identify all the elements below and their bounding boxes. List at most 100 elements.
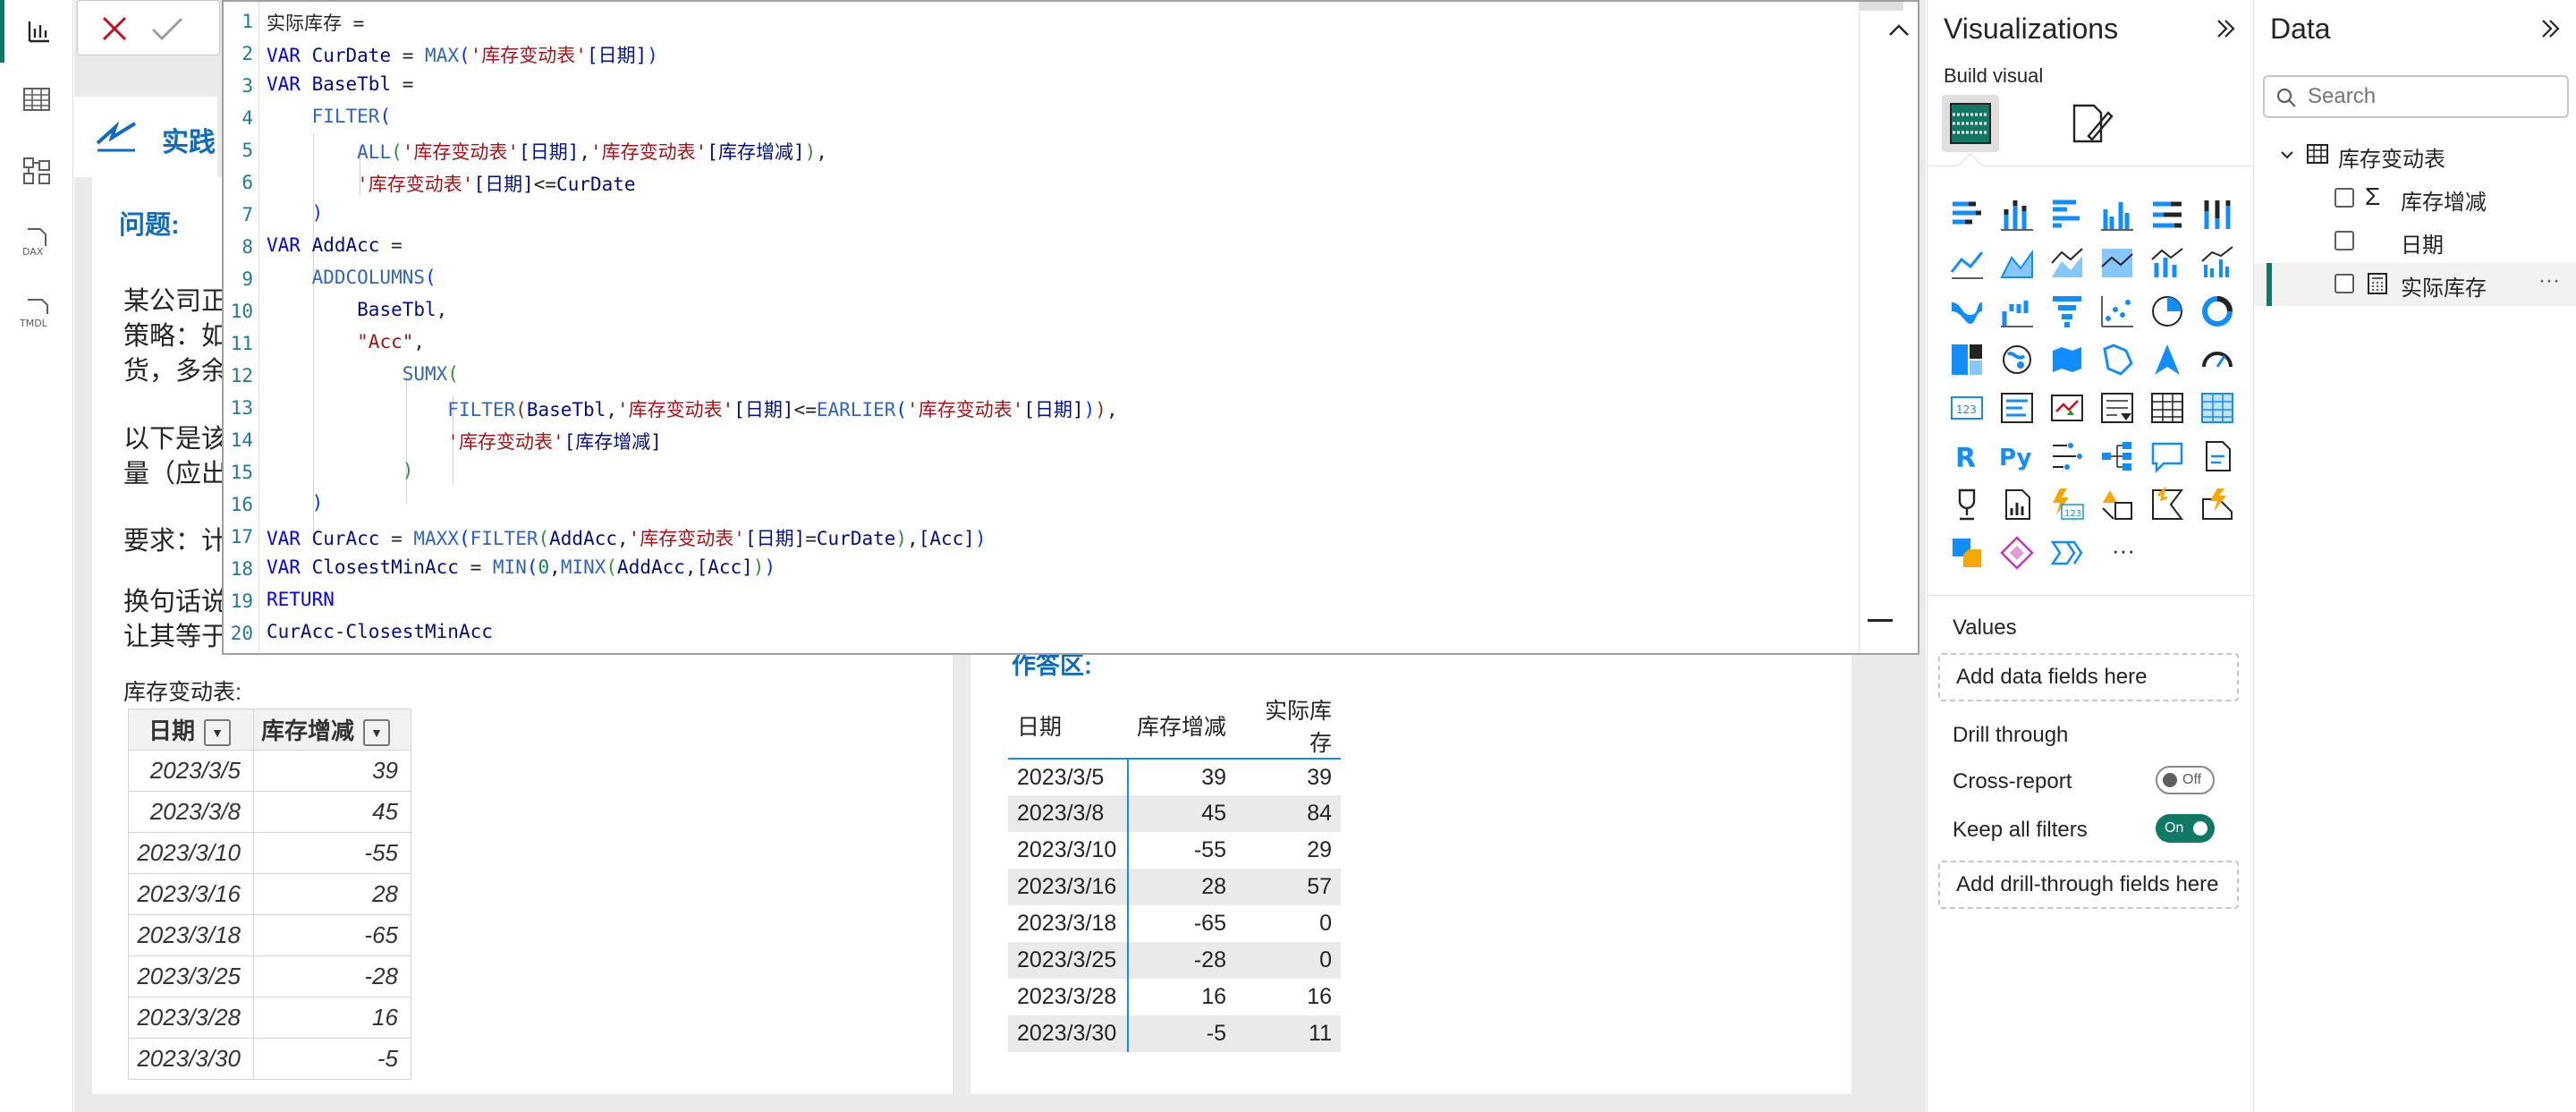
100-stacked-bar-chart-icon[interactable] xyxy=(2149,197,2185,233)
stock-cell: 57 xyxy=(1235,869,1341,905)
scatter-chart-icon[interactable] xyxy=(2099,293,2135,329)
card-icon[interactable]: 123 xyxy=(1949,390,1985,426)
more-options-icon[interactable]: ··· xyxy=(2538,268,2560,293)
check-icon[interactable] xyxy=(149,13,185,44)
collapse-editor-icon[interactable] xyxy=(1887,21,1911,38)
power-automate-flow-icon[interactable] xyxy=(2199,487,2235,522)
table-view-button[interactable] xyxy=(0,68,73,131)
filter-dropdown-icon[interactable]: ▼ xyxy=(204,719,232,747)
r-visual-icon[interactable]: R xyxy=(1949,438,1985,474)
build-visual-tab[interactable] xyxy=(1942,95,1999,152)
key-influencers-icon[interactable] xyxy=(2049,438,2085,474)
editor-scrollbar[interactable] xyxy=(1859,2,1903,11)
tmdl-view-button[interactable]: TMDL xyxy=(0,283,73,345)
column-header[interactable]: 库存增减 xyxy=(1128,693,1235,759)
chevron-down-icon[interactable] xyxy=(2279,147,2295,163)
clustered-bar-chart-icon[interactable] xyxy=(2049,197,2085,233)
column-header[interactable]: 日期 xyxy=(1008,693,1128,759)
filled-map-icon[interactable] xyxy=(2049,342,2085,378)
gauge-icon[interactable] xyxy=(2199,342,2235,378)
paginated-report-icon[interactable] xyxy=(1999,487,2035,522)
more-visuals-button[interactable]: ··· xyxy=(2112,537,2135,564)
dax-formula-editor[interactable]: 1 2 3 4 5 6 7 8 9 10 11 12 13 14 15 16 1… xyxy=(222,0,1919,655)
table-visual-icon[interactable] xyxy=(2149,390,2185,426)
dax-query-view-button[interactable]: DAX xyxy=(0,211,73,274)
editor-minimize-icon[interactable] xyxy=(1868,619,1893,622)
table-row: 2023/3/16 28 xyxy=(128,873,411,915)
power-automate-card-icon[interactable]: 123 xyxy=(2049,487,2085,522)
donut-chart-icon[interactable] xyxy=(2199,293,2235,329)
custom-visual-appsource-icon[interactable] xyxy=(1949,535,1985,571)
code-line-5: ALL('库存变动表'[日期],'库存变动表'[库存增减]), xyxy=(357,141,827,163)
funnel-chart-icon[interactable] xyxy=(2049,293,2085,329)
field-checkbox[interactable] xyxy=(2334,274,2354,293)
line-and-stacked-column-chart-icon[interactable] xyxy=(2149,245,2185,281)
qa-visual-icon[interactable] xyxy=(2149,438,2185,474)
field-item[interactable]: 日期 xyxy=(2401,227,2444,259)
pie-chart-icon[interactable] xyxy=(2149,293,2185,329)
field-item[interactable]: 实际库存 xyxy=(2401,270,2487,301)
metrics-trophy-icon[interactable] xyxy=(1949,487,1985,522)
date-cell: 2023/3/5 xyxy=(1008,759,1129,795)
tab-pointer xyxy=(1957,152,1984,179)
stacked-bar-chart-icon[interactable] xyxy=(1949,197,1985,233)
azure-map-icon[interactable] xyxy=(2149,342,2185,378)
svg-text:123: 123 xyxy=(2064,509,2081,519)
values-drop-well[interactable]: Add data fields here xyxy=(1938,653,2239,701)
field-item[interactable]: 库存增减 xyxy=(2401,184,2487,216)
date-cell: 2023/3/25 xyxy=(128,955,254,997)
waterfall-chart-icon[interactable] xyxy=(1999,293,2035,329)
date-cell: 2023/3/16 xyxy=(1008,869,1129,905)
close-icon[interactable] xyxy=(99,13,130,44)
ribbon-chart-icon[interactable] xyxy=(1949,293,1985,329)
collapse-pane-icon[interactable] xyxy=(2214,16,2239,41)
power-automate-icon[interactable] xyxy=(2149,487,2185,522)
clustered-column-chart-icon[interactable] xyxy=(2099,197,2135,233)
toggle-state-label: Off xyxy=(2182,772,2202,787)
column-header-date[interactable]: 日期 ▼ xyxy=(128,709,254,751)
area-chart-icon[interactable] xyxy=(1999,245,2035,281)
line-chart-icon[interactable] xyxy=(1949,245,1985,281)
cross-report-toggle[interactable]: Off xyxy=(2156,766,2215,794)
line-number: 20 xyxy=(230,623,253,644)
line-number: 14 xyxy=(230,429,253,451)
change-cell: -65 xyxy=(1193,911,1226,936)
line-and-clustered-column-chart-icon[interactable] xyxy=(2199,245,2235,281)
stacked-area-chart-icon[interactable] xyxy=(2049,245,2085,281)
model-view-button[interactable] xyxy=(0,140,73,202)
power-bi-goals-icon[interactable] xyxy=(2049,535,2085,571)
value-cell: 45 xyxy=(253,791,411,833)
get-more-visuals-icon[interactable] xyxy=(1999,535,2035,571)
decomposition-tree-icon[interactable] xyxy=(2099,438,2135,474)
stacked-column-chart-icon[interactable] xyxy=(1999,197,2035,233)
result-table-visual[interactable]: 日期 库存增减 实际库存 2023/3/5 39 39 2023/3/8 45 84 2… xyxy=(1008,693,1341,1052)
100-stacked-area-chart-icon[interactable] xyxy=(2099,245,2135,281)
field-checkbox[interactable] xyxy=(2334,188,2354,208)
slicer-icon[interactable] xyxy=(2099,390,2135,426)
report-view-button[interactable] xyxy=(0,0,73,63)
column-header-change[interactable]: 库存增减 ▼ xyxy=(253,709,411,751)
search-box[interactable] xyxy=(2263,75,2569,118)
search-input[interactable] xyxy=(2308,82,2558,111)
python-visual-icon[interactable]: Py xyxy=(1999,438,2035,474)
table-name[interactable]: 库存变动表 xyxy=(2338,141,2445,173)
map-icon[interactable] xyxy=(1999,342,2035,378)
column-header[interactable]: 实际库存 xyxy=(1235,693,1341,759)
kpi-icon[interactable] xyxy=(2049,390,2085,426)
filter-dropdown-icon[interactable]: ▼ xyxy=(363,719,391,747)
format-visual-icon[interactable] xyxy=(2067,100,2115,149)
date-cell: 2023/3/8 xyxy=(128,791,254,833)
line-number: 17 xyxy=(230,526,253,548)
100-stacked-column-chart-icon[interactable] xyxy=(2199,197,2235,233)
collapse-pane-icon[interactable] xyxy=(2538,16,2563,41)
keep-all-filters-toggle[interactable]: On xyxy=(2156,814,2215,843)
matrix-icon[interactable] xyxy=(2199,390,2235,426)
line-number: 2 xyxy=(242,43,253,64)
multi-row-card-icon[interactable] xyxy=(1999,390,2035,426)
power-apps-icon[interactable] xyxy=(2099,487,2135,522)
field-checkbox[interactable] xyxy=(2334,231,2354,250)
shape-map-icon[interactable] xyxy=(2099,342,2135,378)
drill-through-drop-well[interactable]: Add drill-through fields here xyxy=(1938,861,2239,909)
treemap-icon[interactable] xyxy=(1949,342,1985,378)
smart-narrative-icon[interactable] xyxy=(2199,438,2235,474)
